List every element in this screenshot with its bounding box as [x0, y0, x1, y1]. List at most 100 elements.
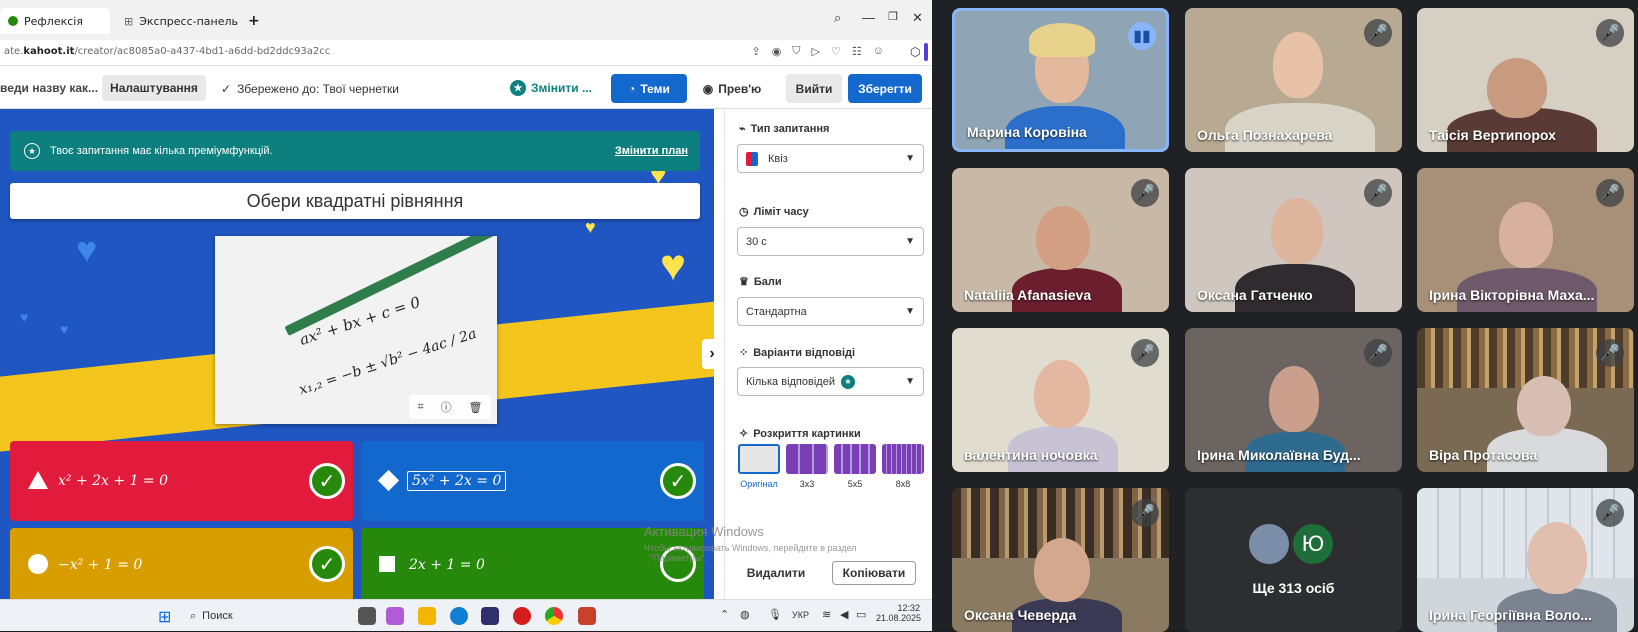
participant-tile[interactable]: ▮▮ Марина Коровіна	[952, 8, 1169, 152]
change-plan-link[interactable]: Змінити план	[615, 145, 688, 157]
clock[interactable]: 12:32 21.08.2025	[876, 603, 921, 623]
answer-option-1[interactable]: x² + 2x + 1 = 0 ✓	[10, 441, 353, 521]
correct-check-icon[interactable]: ✓	[309, 463, 345, 499]
participant-tile[interactable]: 🎤 Ірина Георгіївна Воло...	[1417, 488, 1634, 632]
shield-icon[interactable]: ⛉	[792, 45, 800, 58]
question-title-input[interactable]: Обери квадратні рівняння	[10, 183, 700, 219]
participant-tile[interactable]: 🎤 Віра Протасова	[1417, 328, 1634, 472]
correct-check-icon[interactable]: ✓	[309, 546, 345, 582]
reveal-option-label: 3x3	[799, 479, 815, 489]
powerpoint-icon[interactable]	[578, 607, 596, 625]
new-tab-button[interactable]: +	[240, 8, 268, 34]
profile-icon[interactable]: ☺	[873, 45, 884, 58]
heart-decoration-icon: ♥	[585, 217, 596, 237]
speaker-icon[interactable]: ◀	[840, 608, 848, 621]
reveal-8x8-thumb[interactable]	[882, 444, 924, 474]
participant-avatar	[1247, 522, 1291, 566]
copy-button[interactable]: Копіювати	[832, 561, 916, 585]
reveal-3x3-thumb[interactable]	[786, 444, 828, 474]
points-select[interactable]: Стандартна ▼	[737, 297, 924, 326]
camera-icon[interactable]: ◉	[772, 45, 782, 58]
exit-button[interactable]: Вийти	[786, 74, 842, 103]
reveal-5x5-thumb[interactable]	[834, 444, 876, 474]
watermark-line: "Параметры".	[650, 553, 707, 563]
snap-icon[interactable]: ❐	[888, 10, 898, 23]
extensions-icon[interactable]: ☷	[852, 45, 862, 58]
info-icon[interactable]: ⓘ	[441, 399, 452, 415]
premium-banner-text: Твоє запитання має кілька преміумфункцій…	[50, 145, 273, 157]
participant-tile[interactable]: 🎤 Nataliia Afanasieva	[952, 168, 1169, 312]
participant-avatar: Ю	[1291, 522, 1335, 566]
question-image[interactable]: ax² + bx + c = 0 x₁,₂ = −b ± √b² − 4ac /…	[215, 236, 497, 424]
crop-icon[interactable]: ⌗	[417, 401, 423, 414]
image-reveal-label: ✧ Розкриття картинки	[739, 427, 861, 441]
tab-label: Экспресс-панель	[139, 14, 239, 28]
participant-tile[interactable]: 🎤 Ірина Вікторівна Маха...	[1417, 168, 1634, 312]
medal-icon: ♛	[739, 276, 749, 288]
participant-name: валентина ночовка	[964, 447, 1098, 463]
heart-icon[interactable]: ♡	[831, 45, 841, 58]
store-icon[interactable]	[481, 607, 499, 625]
clock-icon: ◷	[739, 206, 749, 218]
participant-tile[interactable]: 🎤 Оксана Чеверда	[952, 488, 1169, 632]
participant-tile[interactable]: 🎤 валентина ночовка	[952, 328, 1169, 472]
points-label: ♛ Бали	[739, 275, 782, 289]
plus-icon: +	[248, 13, 260, 29]
answer-option-3[interactable]: −x² + 1 = 0 ✓	[10, 528, 353, 599]
triangle-icon	[28, 471, 48, 489]
kahoot-title-input[interactable]: веди назву как...	[0, 75, 100, 101]
mic-off-icon: 🎤	[1364, 19, 1392, 47]
play-icon[interactable]: ▷	[812, 45, 820, 58]
reveal-original-thumb[interactable]	[738, 444, 780, 474]
cube-icon[interactable]: ⬡	[910, 45, 920, 59]
more-participants-tile[interactable]: Ю Ще 313 осіб	[1185, 488, 1402, 632]
participant-tile[interactable]: 🎤 Ірина Миколаївна Буд...	[1185, 328, 1402, 472]
wifi-icon[interactable]: ≋	[822, 608, 831, 621]
search-icon[interactable]: ⌕	[834, 10, 841, 26]
participant-name: Таісія Вертипорох	[1429, 127, 1556, 143]
minimize-icon[interactable]: —	[862, 10, 875, 25]
save-button[interactable]: Зберегти	[848, 74, 922, 103]
participant-tile[interactable]: 🎤 Ольга Познахарева	[1185, 8, 1402, 152]
participant-tile[interactable]: 🎤 Оксана Гатченко	[1185, 168, 1402, 312]
language-indicator[interactable]: УКР	[792, 610, 809, 620]
tab-express-panel[interactable]: ⊞ Экспресс-панель	[116, 8, 246, 34]
change-plan-button[interactable]: ★ Змінити ...	[506, 75, 596, 101]
trash-icon[interactable]: 🗑	[469, 401, 483, 414]
microphone-icon[interactable]: 🎙	[768, 608, 782, 621]
task-view-icon[interactable]	[358, 607, 376, 625]
speaking-indicator-icon: ▮▮	[1128, 22, 1156, 50]
watermark-line: Чтобы активировать Windows, перейдите в …	[644, 543, 857, 553]
sidebar-indicator	[924, 43, 928, 61]
more-participants-label: Ще 313 осіб	[1252, 580, 1335, 596]
taskbar-search[interactable]: ⌕ Поиск	[190, 606, 310, 626]
copilot-icon[interactable]	[386, 607, 404, 625]
time-limit-select[interactable]: 30 с ▼	[737, 227, 924, 256]
chrome-icon[interactable]	[545, 607, 563, 625]
square-icon	[379, 556, 395, 572]
battery-icon[interactable]: ▭	[856, 608, 866, 621]
settings-button[interactable]: Налаштування	[102, 75, 206, 101]
address-bar[interactable]: ate.kahoot.it/creator/ac8085a0-a437-4bd1…	[0, 40, 932, 66]
chevron-up-icon[interactable]: ⌃	[720, 608, 729, 621]
file-explorer-icon[interactable]	[418, 607, 436, 625]
answer-option-2[interactable]: 5x² + 2x = 0 ✓	[361, 441, 704, 521]
participant-tile[interactable]: 🎤 Таісія Вертипорох	[1417, 8, 1634, 152]
question-type-select[interactable]: Квіз ▼	[737, 144, 924, 173]
opera-icon[interactable]	[513, 607, 531, 625]
answer-options-select[interactable]: Кілька відповідей ★ ▼	[737, 367, 924, 396]
close-icon[interactable]: ✕	[912, 10, 923, 26]
answer-text[interactable]: 5x² + 2x = 0	[407, 471, 507, 491]
delete-button[interactable]: Видалити	[741, 561, 811, 585]
share-icon[interactable]: ⇪	[751, 45, 760, 58]
windows-start-icon[interactable]: ⊞	[158, 607, 171, 627]
preview-button[interactable]: ◉ Прев'ю	[695, 74, 769, 103]
tab-reflection[interactable]: Рефлексія	[0, 8, 110, 34]
sidebar-toggle-chevron-icon[interactable]: ›	[702, 339, 714, 369]
themes-button[interactable]: ◔ Теми	[611, 74, 687, 103]
correct-check-icon[interactable]: ✓	[660, 463, 696, 499]
address-bar-icons: ⇪ ◉ ⛉ ▷ ♡ ☷ ☺	[751, 45, 884, 58]
edge-icon[interactable]	[450, 607, 468, 625]
url-text[interactable]: ate.kahoot.it/creator/ac8085a0-a437-4bd1…	[4, 46, 330, 57]
network-icon[interactable]: ◍	[740, 608, 750, 621]
